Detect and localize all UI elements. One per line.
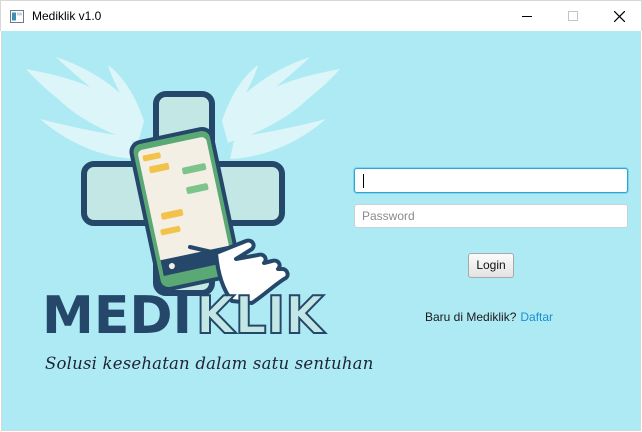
window-title: Mediklik v1.0: [32, 9, 102, 23]
logo-wordmark-medi: MEDI: [42, 286, 192, 346]
window-titlebar[interactable]: Mediklik v1.0: [0, 0, 642, 31]
app-icon: [10, 10, 24, 23]
login-button[interactable]: Login: [468, 253, 514, 278]
minimize-button[interactable]: [505, 1, 551, 32]
logo-wordmark-klik: KLIK: [196, 286, 326, 346]
minimize-icon: [522, 16, 532, 17]
login-panel: MEDI KLIK Solusi kesehatan dalam satu se…: [1, 31, 641, 431]
signup-link[interactable]: Daftar: [520, 310, 553, 324]
close-button[interactable]: [597, 1, 642, 32]
tagline: Solusi kesehatan dalam satu sentuhan: [45, 354, 374, 373]
username-input[interactable]: [354, 168, 628, 193]
mediklik-logo: MEDI KLIK: [26, 57, 340, 347]
maximize-icon: [568, 11, 578, 21]
text-cursor: [363, 174, 364, 188]
close-icon: [614, 11, 625, 22]
password-input[interactable]: Password: [354, 204, 628, 228]
signup-row: Baru di Mediklik? Daftar: [425, 310, 553, 324]
maximize-button[interactable]: [551, 1, 597, 32]
signup-prompt: Baru di Mediklik?: [425, 310, 517, 324]
